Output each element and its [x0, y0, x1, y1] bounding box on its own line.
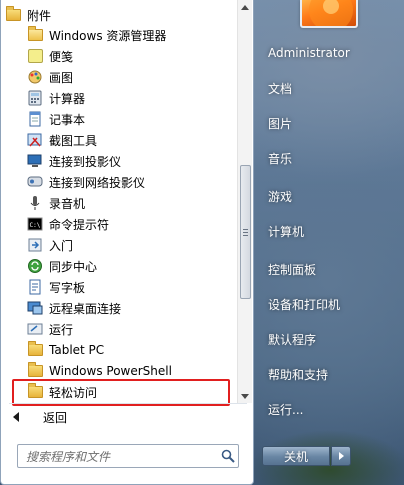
menu-label: 默认程序 — [268, 332, 317, 347]
program-item[interactable]: 远程桌面连接 — [5, 297, 237, 319]
menu-item-devices-printers[interactable]: 设备和打印机 — [262, 291, 390, 317]
program-label: 记事本 — [49, 112, 86, 127]
program-label: 连接到投影仪 — [49, 154, 122, 169]
search-input[interactable]: 搜索程序和文件 — [17, 444, 239, 468]
folder-label: Windows PowerShell — [49, 364, 172, 378]
highlight-box — [12, 379, 230, 406]
folder-icon — [27, 362, 43, 379]
folder-label: Tablet PC — [49, 343, 105, 357]
folder-icon — [27, 341, 43, 358]
explorer-icon — [27, 26, 43, 43]
program-label: 便笺 — [49, 49, 74, 64]
menu-item-help-support[interactable]: 帮助和支持 — [262, 361, 390, 387]
program-item[interactable]: 画图 — [5, 66, 237, 88]
program-label: 入门 — [49, 238, 74, 253]
program-label: 运行 — [49, 322, 74, 337]
wordpad-icon — [27, 279, 43, 295]
program-label: 远程桌面连接 — [49, 301, 122, 316]
menu-label: 计算机 — [268, 224, 305, 239]
menu-item-pictures[interactable]: 图片 — [262, 110, 390, 136]
folder-open-icon — [5, 6, 21, 23]
divider — [9, 403, 247, 404]
menu-item-games[interactable]: 游戏 — [262, 183, 390, 209]
program-label: 命令提示符 — [49, 217, 110, 232]
paint-icon — [27, 69, 43, 85]
program-item[interactable]: C:\ 命令提示符 — [5, 213, 237, 235]
program-item[interactable]: 记事本 — [5, 108, 237, 130]
program-item[interactable]: 计算器 — [5, 87, 237, 109]
remote-desktop-icon — [27, 300, 43, 316]
program-item[interactable]: 录音机 — [5, 192, 237, 214]
program-label: 计算器 — [49, 91, 86, 106]
shutdown-button[interactable]: 关机 — [262, 446, 330, 466]
programs-panel: 附件 Windows 资源管理器 便笺 画图 计算器 记事本 截图工具 连接到投… — [0, 0, 254, 485]
calculator-icon — [27, 90, 43, 106]
sticky-notes-icon — [27, 48, 43, 64]
svg-text:C:\: C:\ — [30, 222, 41, 229]
menu-item-run[interactable]: 运行... — [262, 396, 390, 422]
shutdown-options-button[interactable] — [331, 446, 351, 466]
menu-label: 音乐 — [268, 151, 293, 166]
search-placeholder: 搜索程序和文件 — [26, 449, 111, 464]
folder-label: 附件 — [27, 8, 52, 23]
user-name: Administrator — [268, 46, 350, 60]
sync-center-icon — [27, 258, 43, 274]
menu-item-documents[interactable]: 文档 — [262, 75, 390, 101]
scroll-up-arrow-icon[interactable] — [238, 0, 252, 14]
menu-item-control-panel[interactable]: 控制面板 — [262, 256, 390, 282]
menu-item-computer[interactable]: 计算机 — [262, 218, 390, 244]
program-label: 连接到网络投影仪 — [49, 175, 146, 190]
program-item[interactable]: 截图工具 — [5, 129, 237, 151]
program-list: 附件 Windows 资源管理器 便笺 画图 计算器 记事本 截图工具 连接到投… — [5, 0, 237, 403]
program-item[interactable]: 写字板 — [5, 276, 237, 298]
program-item[interactable]: Windows 资源管理器 — [5, 24, 237, 46]
shutdown-label: 关机 — [283, 449, 308, 464]
program-label: 写字板 — [49, 280, 86, 295]
command-prompt-icon: C:\ — [27, 216, 43, 232]
program-item[interactable]: 连接到网络投影仪 — [5, 171, 237, 193]
run-icon — [27, 321, 43, 337]
user-name-link[interactable]: Administrator — [262, 40, 390, 66]
getting-started-icon — [27, 237, 43, 253]
folder-accessories[interactable]: 附件 — [5, 4, 237, 26]
projector-icon — [27, 153, 43, 169]
network-projector-icon — [27, 174, 43, 190]
chevron-right-icon — [338, 452, 344, 460]
program-item[interactable]: 连接到投影仪 — [5, 150, 237, 172]
menu-label: 运行... — [268, 402, 304, 417]
snipping-tool-icon — [27, 132, 43, 148]
back-arrow-icon — [13, 412, 19, 422]
menu-label: 文档 — [268, 81, 293, 96]
menu-label: 设备和打印机 — [268, 297, 341, 312]
user-avatar[interactable] — [300, 0, 358, 28]
menu-label: 帮助和支持 — [268, 367, 329, 382]
menu-item-music[interactable]: 音乐 — [262, 145, 390, 171]
program-label: 录音机 — [49, 196, 86, 211]
scrollbar[interactable] — [237, 0, 252, 403]
program-label: 同步中心 — [49, 259, 98, 274]
notepad-icon — [27, 111, 43, 127]
back-label: 返回 — [43, 410, 68, 425]
menu-label: 控制面板 — [268, 262, 317, 277]
sound-recorder-icon — [27, 195, 43, 211]
program-item[interactable]: 便笺 — [5, 45, 237, 67]
program-label: Windows 资源管理器 — [49, 28, 167, 43]
menu-label: 游戏 — [268, 189, 293, 204]
menu-item-default-programs[interactable]: 默认程序 — [262, 326, 390, 352]
scroll-down-arrow-icon[interactable] — [238, 389, 252, 403]
scrollbar-thumb[interactable] — [240, 165, 251, 299]
folder-item[interactable]: Tablet PC — [5, 339, 237, 361]
back-button[interactable]: 返回 — [13, 407, 213, 427]
program-item[interactable]: 同步中心 — [5, 255, 237, 277]
program-item[interactable]: 运行 — [5, 318, 237, 340]
grip-icon — [243, 228, 248, 236]
menu-label: 图片 — [268, 116, 293, 131]
program-label: 画图 — [49, 70, 74, 85]
program-item[interactable]: 入门 — [5, 234, 237, 256]
program-label: 截图工具 — [49, 133, 98, 148]
search-icon[interactable] — [218, 446, 238, 466]
